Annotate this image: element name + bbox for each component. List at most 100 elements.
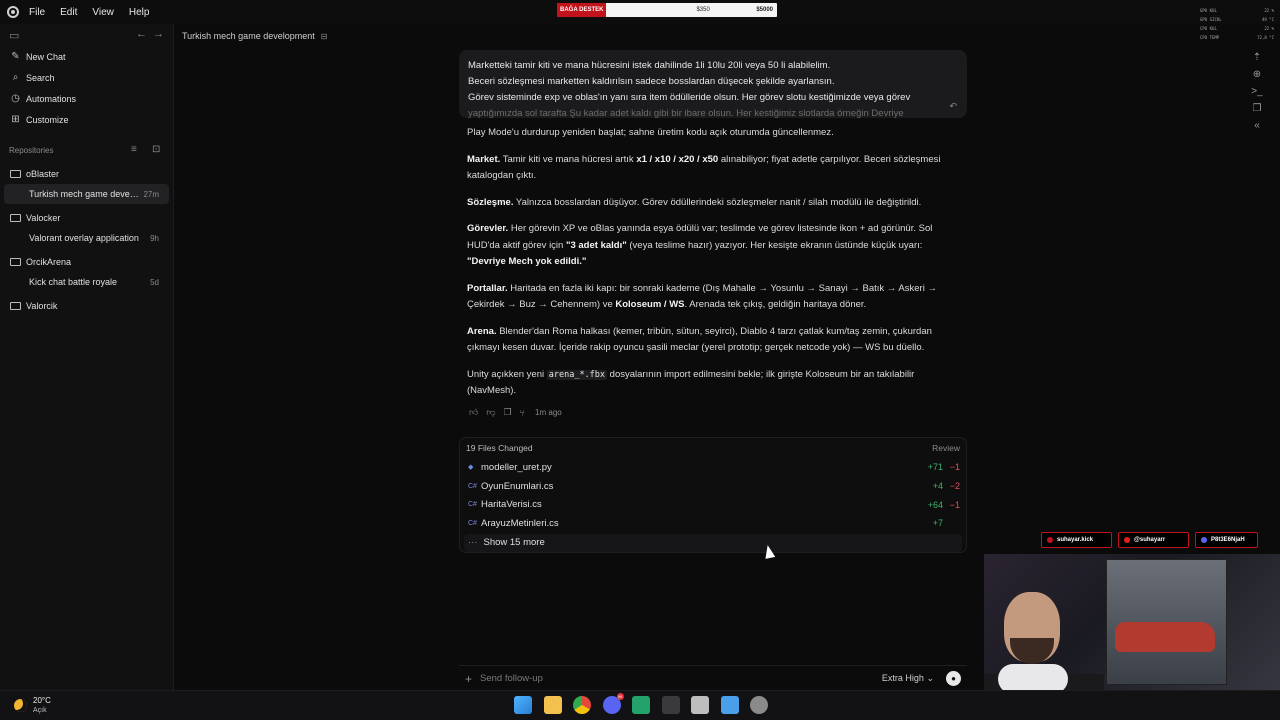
additions: +4 (932, 481, 943, 492)
edit-icon: ✎ (11, 51, 20, 62)
section-title: Market. (467, 153, 501, 165)
response-portallar: Portallar. Haritada en fazla iki kapı: b… (467, 281, 962, 314)
bold-text: Koloseum / WS (615, 299, 685, 310)
nav-customize[interactable]: ⊞ Customize (0, 109, 173, 130)
menu-file[interactable]: File (29, 7, 45, 18)
repo-group-valorcik[interactable]: Valorcik (0, 296, 173, 316)
additions: +7 (932, 518, 943, 529)
upload-icon[interactable]: ⇡ (1249, 52, 1265, 69)
response-gorevler: Görevler. Her görevin XP ve oBlas yanınd… (467, 221, 962, 271)
youtube-icon (1124, 537, 1130, 543)
file-row[interactable]: C# HaritaVerisi.cs +64 −1 (460, 495, 966, 514)
wall-poster (1106, 559, 1227, 685)
taskbar-apps: 99 (514, 693, 780, 714)
user-message: Marketteki tamir kiti ve mana hücresini … (459, 50, 967, 118)
menu-view[interactable]: View (92, 7, 114, 18)
filter-icon[interactable]: ≡ (131, 144, 137, 155)
bold-text: "3 adet kaldı" (565, 239, 627, 251)
archive-icon[interactable]: ⊟ (321, 32, 328, 41)
undo-icon[interactable]: ↶ (949, 98, 957, 114)
settings-icon[interactable] (750, 696, 768, 714)
app-icon[interactable] (632, 696, 650, 714)
text: Unity açıkken yeni (467, 368, 547, 380)
windows-start-icon[interactable] (514, 696, 532, 714)
show-more-files-button[interactable]: ··· Show 15 more (464, 533, 962, 552)
customize-icon: ⊞ (11, 114, 20, 125)
weather-desc: Açık (33, 707, 47, 714)
kick-tag: suhayar.kick (1041, 532, 1112, 548)
terminal-icon[interactable]: >_ (1249, 86, 1265, 103)
tag-label: P8t3E6NjaH (1211, 537, 1245, 543)
show-more-label: Show 15 more (483, 537, 545, 549)
thumbs-up-icon[interactable]: 👍︎ (469, 407, 478, 418)
weather-widget[interactable]: 20°C Açık (14, 696, 51, 715)
right-toolbar: ⇡ ⊕ >_ ❐ « (1249, 52, 1265, 137)
repositories-label: Repositories (9, 145, 54, 155)
collapse-icon[interactable]: « (1249, 120, 1265, 137)
chevron-down-icon: ⌄ (926, 673, 934, 683)
review-button[interactable]: Review (932, 443, 960, 453)
ellipsis-icon: ··· (468, 537, 478, 549)
page-title: Turkish mech game development (182, 31, 315, 41)
notepad-icon[interactable] (720, 696, 739, 714)
menu-edit[interactable]: Edit (60, 7, 77, 18)
nav-label: Customize (26, 114, 69, 125)
repo-group-orcikarena[interactable]: OrcikArena (0, 252, 173, 272)
chat-time: 27m (143, 189, 159, 199)
tag-label: @suhayarr (1134, 537, 1166, 543)
microphone-icon[interactable]: ● (946, 671, 961, 686)
fork-icon[interactable]: ⑂ (520, 408, 525, 418)
text: (veya teslime hazır) yazıyor. Her kesişt… (626, 239, 923, 251)
file-row[interactable]: C# OyunEnumlari.cs +4 −2 (460, 477, 966, 496)
repo-name: Valorcik (26, 301, 58, 311)
follow-up-input[interactable] (480, 673, 882, 684)
nav-new-chat[interactable]: ✎ New Chat (0, 46, 173, 67)
unity-icon[interactable] (691, 696, 709, 714)
file-explorer-icon[interactable] (543, 696, 562, 714)
repo-group-valocker[interactable]: Valocker (0, 208, 173, 228)
file-row[interactable]: ◆ modeller_uret.py +71 −1 (460, 458, 966, 477)
menu-help[interactable]: Help (129, 7, 150, 18)
attach-plus-icon[interactable]: + (465, 672, 472, 686)
chrome-icon[interactable] (573, 696, 591, 714)
repositories-header: Repositories ≡ ⊡ (0, 140, 173, 160)
discord-icon[interactable]: 99 (602, 693, 624, 714)
weather-temp: 20°C (33, 696, 51, 705)
add-folder-icon[interactable]: ⊡ (152, 144, 160, 155)
globe-icon[interactable]: ⊕ (1249, 69, 1265, 86)
chat-title: Valorant overlay application (29, 233, 139, 243)
python-file-icon: ◆ (468, 464, 474, 472)
tag-label: suhayar.kick (1057, 537, 1094, 543)
toggle-sidebar-icon[interactable]: ▭ (9, 29, 19, 42)
copy-icon[interactable]: ❐ (504, 407, 512, 418)
response-market: Market. Tamir kiti ve mana hücresi artık… (467, 152, 962, 185)
hw-label: GPU SICKL (1200, 17, 1222, 22)
hw-value: 49 °C (1261, 17, 1274, 22)
file-row[interactable]: C# ArayuzMetinleri.cs +7 (460, 514, 966, 533)
files-changed-card: 19 Files Changed Review ◆ modeller_uret.p… (459, 437, 967, 553)
chat-item-turkish-mech[interactable]: Turkish mech game develop... 27m (4, 184, 169, 204)
repo-group-oblaster[interactable]: oBlaster (0, 164, 173, 184)
message-timestamp: 1m ago (535, 408, 562, 417)
repo-name: OrcikArena (26, 257, 72, 267)
bold-text: x1 / x10 / x20 / x50 (636, 153, 719, 165)
obs-icon[interactable] (661, 696, 680, 714)
chat-item-kick-battle-royale[interactable]: Kick chat battle royale 5d (4, 272, 169, 292)
repo-name: oBlaster (26, 169, 60, 179)
app-logo-icon (7, 6, 19, 18)
deletions: −1 (949, 499, 960, 510)
nav-automations[interactable]: ◷ Automations (0, 88, 173, 109)
folder-icon (10, 302, 21, 310)
message-line: Beceri sözleşmesi marketten kaldırılsın … (468, 76, 835, 87)
nav-search[interactable]: ⌕ Search (0, 67, 173, 88)
thumbs-down-icon[interactable]: 👎︎ (486, 407, 495, 418)
copy-icon[interactable]: ❐ (1249, 103, 1265, 120)
deletions: −1 (949, 462, 960, 473)
file-name: ArayuzMetinleri.cs (481, 517, 559, 529)
chat-item-valorant-overlay[interactable]: Valorant overlay application 9h (4, 228, 169, 248)
effort-selector[interactable]: Extra High ⌄ (882, 673, 934, 684)
repo-name: Valocker (26, 213, 61, 223)
forward-arrow-icon[interactable]: → (153, 28, 164, 40)
effort-label: Extra High (881, 673, 924, 683)
back-arrow-icon[interactable]: ← (136, 28, 147, 40)
